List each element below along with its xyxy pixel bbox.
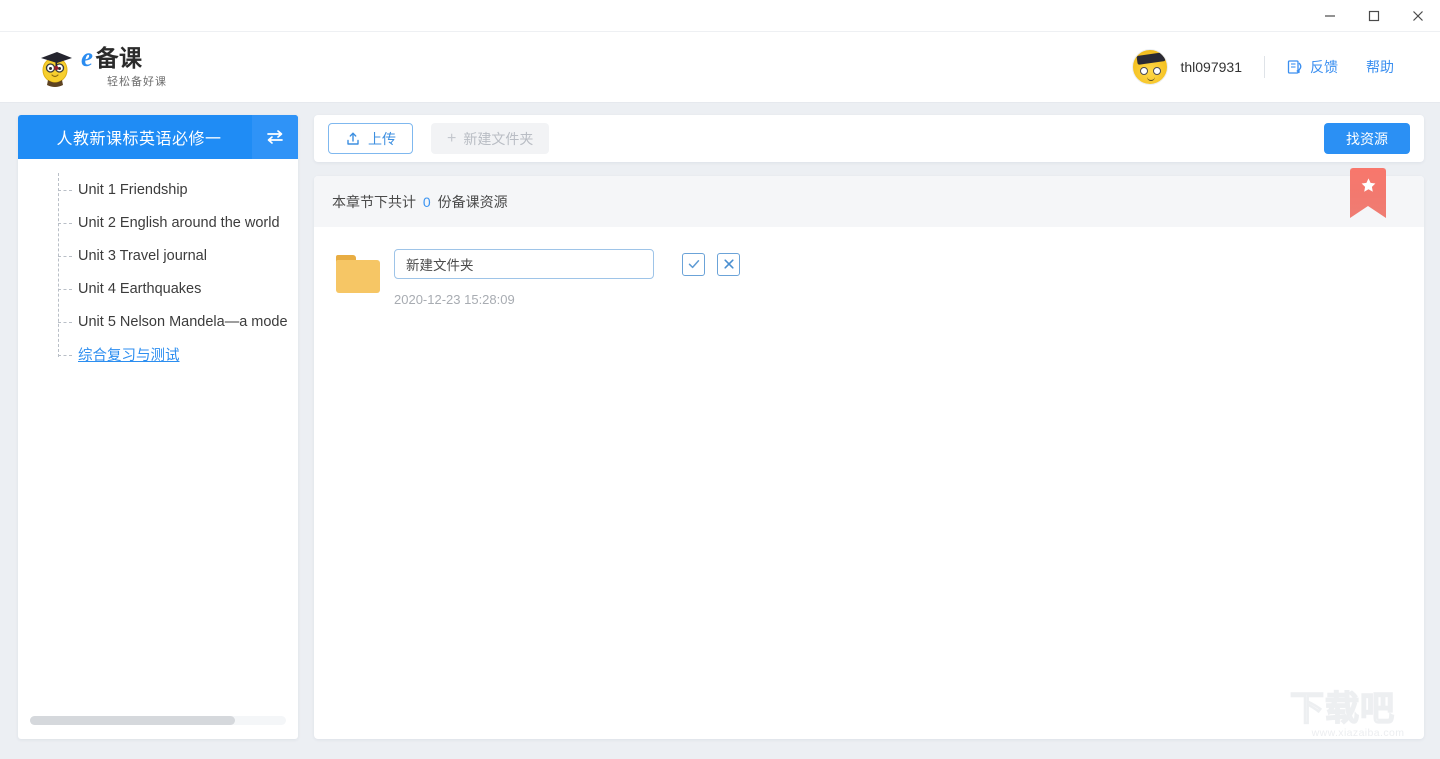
sidebar-item-unit-3[interactable]: Unit 3 Travel journal [58, 239, 298, 272]
sidebar-item-unit-5[interactable]: Unit 5 Nelson Mandela—a mode [58, 305, 298, 338]
new-folder-label: 新建文件夹 [463, 130, 534, 147]
upload-label: 上传 [368, 130, 396, 147]
tree-branch-icon [58, 255, 72, 257]
folder-row: 2020-12-23 15:28:09 [314, 227, 1424, 307]
folder-body [336, 260, 380, 293]
summary-suffix: 份备课资源 [437, 193, 508, 210]
folder-name-line [394, 249, 740, 279]
tree-branch-icon [58, 321, 72, 323]
switch-textbook-button[interactable] [252, 115, 298, 159]
username-label: thl097931 [1180, 59, 1242, 75]
avatar-cap [1136, 52, 1166, 65]
tree-branch-icon [58, 189, 72, 191]
logo-main-text: 备课 [95, 44, 143, 71]
help-label: 帮助 [1366, 59, 1394, 75]
avatar-eye-right [1153, 67, 1162, 75]
close-icon [723, 259, 734, 269]
close-icon [1413, 10, 1423, 21]
tree-branch-icon [58, 222, 72, 224]
swap-icon [267, 130, 283, 144]
app-header: e 备课 轻松备好课 thl097931 反馈 帮助 [0, 32, 1440, 103]
feedback-icon [1287, 59, 1302, 74]
tree-branch-icon [58, 354, 72, 356]
avatar-mouth [1147, 77, 1156, 81]
minimize-icon [1325, 14, 1335, 17]
mascot-icon [38, 47, 76, 87]
sidebar-item-label: Unit 2 English around the world [78, 214, 280, 231]
logo-subtitle: 轻松备好课 [107, 75, 167, 88]
folder-name-input[interactable] [394, 249, 654, 279]
avatar[interactable] [1132, 49, 1169, 85]
chapter-tree: Unit 1 Friendship Unit 2 English around … [18, 159, 298, 371]
resource-summary-text: 本章节下共计 0 份备课资源 [332, 192, 508, 212]
confirm-folder-button[interactable] [682, 252, 705, 276]
resource-summary-bar: 本章节下共计 0 份备课资源 [314, 168, 1424, 227]
feedback-button[interactable]: 反馈 [1287, 57, 1338, 77]
content-toolbar: 上传 + 新建文件夹 找资源 [314, 115, 1424, 162]
header-user-area: thl097931 反馈 帮助 [1132, 47, 1394, 87]
new-folder-button[interactable]: + 新建文件夹 [431, 123, 550, 154]
plus-icon: + [447, 129, 457, 147]
sidebar-item-review-test[interactable]: 综合复习与测试 [58, 338, 298, 371]
sidebar-item-unit-1[interactable]: Unit 1 Friendship [58, 173, 298, 206]
cancel-folder-button[interactable] [717, 252, 740, 276]
feedback-label: 反馈 [1310, 59, 1338, 75]
upload-icon [347, 132, 359, 145]
sidebar-item-label: Unit 3 Travel journal [78, 247, 207, 264]
logo-e-letter: e [81, 41, 94, 72]
close-button[interactable] [1396, 0, 1440, 32]
minimize-button[interactable] [1308, 0, 1352, 32]
sidebar-item-label: Unit 5 Nelson Mandela—a mode [78, 313, 288, 330]
resource-panel: 本章节下共计 0 份备课资源 新建文件夹 2020-12-23 15:28:09 [314, 168, 1424, 739]
sidebar: 人教新课标英语必修一 Unit 1 Friendship Unit 2 Engl… [18, 115, 298, 739]
folder-timestamp: 2020-12-23 15:28:09 [394, 292, 515, 307]
sidebar-item-label: Unit 1 Friendship [78, 181, 188, 198]
sidebar-item-label: Unit 4 Earthquakes [78, 280, 202, 297]
app-logo[interactable]: e 备课 轻松备好课 [38, 41, 167, 89]
favorite-bookmark-button[interactable] [1350, 168, 1386, 218]
upload-button[interactable]: 上传 [328, 123, 413, 154]
avatar-eye-left [1140, 67, 1149, 75]
find-resource-button[interactable]: 找资源 [1324, 123, 1410, 154]
summary-prefix: 本章节下共计 [332, 193, 416, 210]
sidebar-header: 人教新课标英语必修一 [18, 115, 298, 159]
help-button[interactable]: 帮助 [1366, 57, 1394, 77]
check-icon [688, 260, 699, 269]
folder-icon [336, 255, 380, 293]
sidebar-item-unit-2[interactable]: Unit 2 English around the world [58, 206, 298, 239]
scrollbar-thumb[interactable] [30, 716, 235, 725]
logo-title: e 备课 [81, 41, 167, 72]
resource-count: 0 [422, 193, 431, 210]
star-icon [1361, 178, 1375, 192]
sidebar-item-unit-4[interactable]: Unit 4 Earthquakes [58, 272, 298, 305]
sidebar-horizontal-scrollbar[interactable] [30, 716, 286, 725]
app-window: e 备课 轻松备好课 thl097931 反馈 帮助 人教新课标英语必修一 Un… [0, 0, 1440, 759]
folder-row-content: 2020-12-23 15:28:09 [394, 249, 740, 307]
logo-text: e 备课 轻松备好课 [81, 41, 167, 89]
textbook-title: 人教新课标英语必修一 [56, 131, 222, 148]
sidebar-item-label: 综合复习与测试 [78, 348, 180, 364]
maximize-icon [1368, 10, 1380, 21]
maximize-button[interactable] [1352, 0, 1396, 32]
tree-branch-icon [58, 288, 72, 290]
title-bar [0, 0, 1440, 32]
header-divider [1264, 56, 1265, 78]
chapter-tree-inner: Unit 1 Friendship Unit 2 English around … [18, 173, 298, 371]
find-resource-label: 找资源 [1346, 130, 1388, 147]
